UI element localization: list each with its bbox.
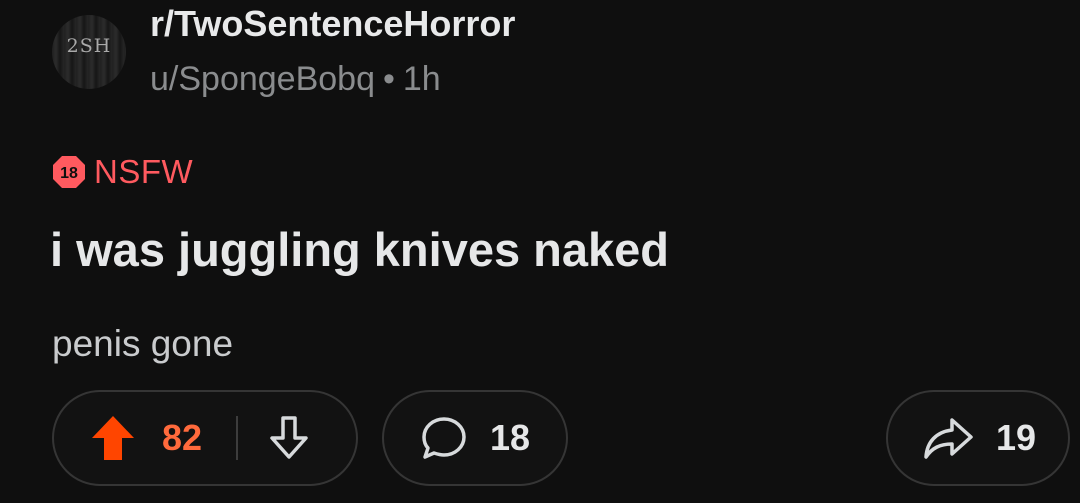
- subreddit-avatar-logo-text: 2SH: [66, 35, 112, 57]
- comment-bubble-icon: [420, 415, 468, 461]
- share-button[interactable]: 19: [886, 390, 1070, 486]
- post-meta: u/SpongeBobq • 1h: [150, 60, 441, 99]
- nsfw-badge-number: 18: [60, 165, 78, 182]
- vote-bar: 82: [52, 390, 358, 486]
- comment-count: 18: [490, 417, 531, 458]
- subreddit-avatar[interactable]: 2SH: [52, 15, 126, 89]
- post-age: 1h: [402, 60, 441, 98]
- post-title[interactable]: i was juggling knives naked: [50, 222, 669, 277]
- subreddit-name[interactable]: r/TwoSentenceHorror: [150, 3, 515, 45]
- nsfw-18-badge-icon: 18: [53, 156, 85, 188]
- nsfw-label: NSFW: [94, 153, 194, 190]
- vote-score: 82: [162, 417, 203, 458]
- share-count: 19: [996, 417, 1037, 458]
- comments-button[interactable]: 18: [382, 390, 568, 486]
- post-body: penis gone: [52, 323, 234, 364]
- nsfw-tag: 18 NSFW: [52, 151, 193, 193]
- share-arrow-icon: [922, 415, 974, 461]
- meta-separator: •: [382, 60, 395, 98]
- author-link[interactable]: u/SpongeBobq: [150, 60, 375, 98]
- upvote-arrow-icon[interactable]: [90, 414, 136, 462]
- downvote-arrow-icon[interactable]: [266, 414, 312, 462]
- vote-divider: [236, 416, 239, 460]
